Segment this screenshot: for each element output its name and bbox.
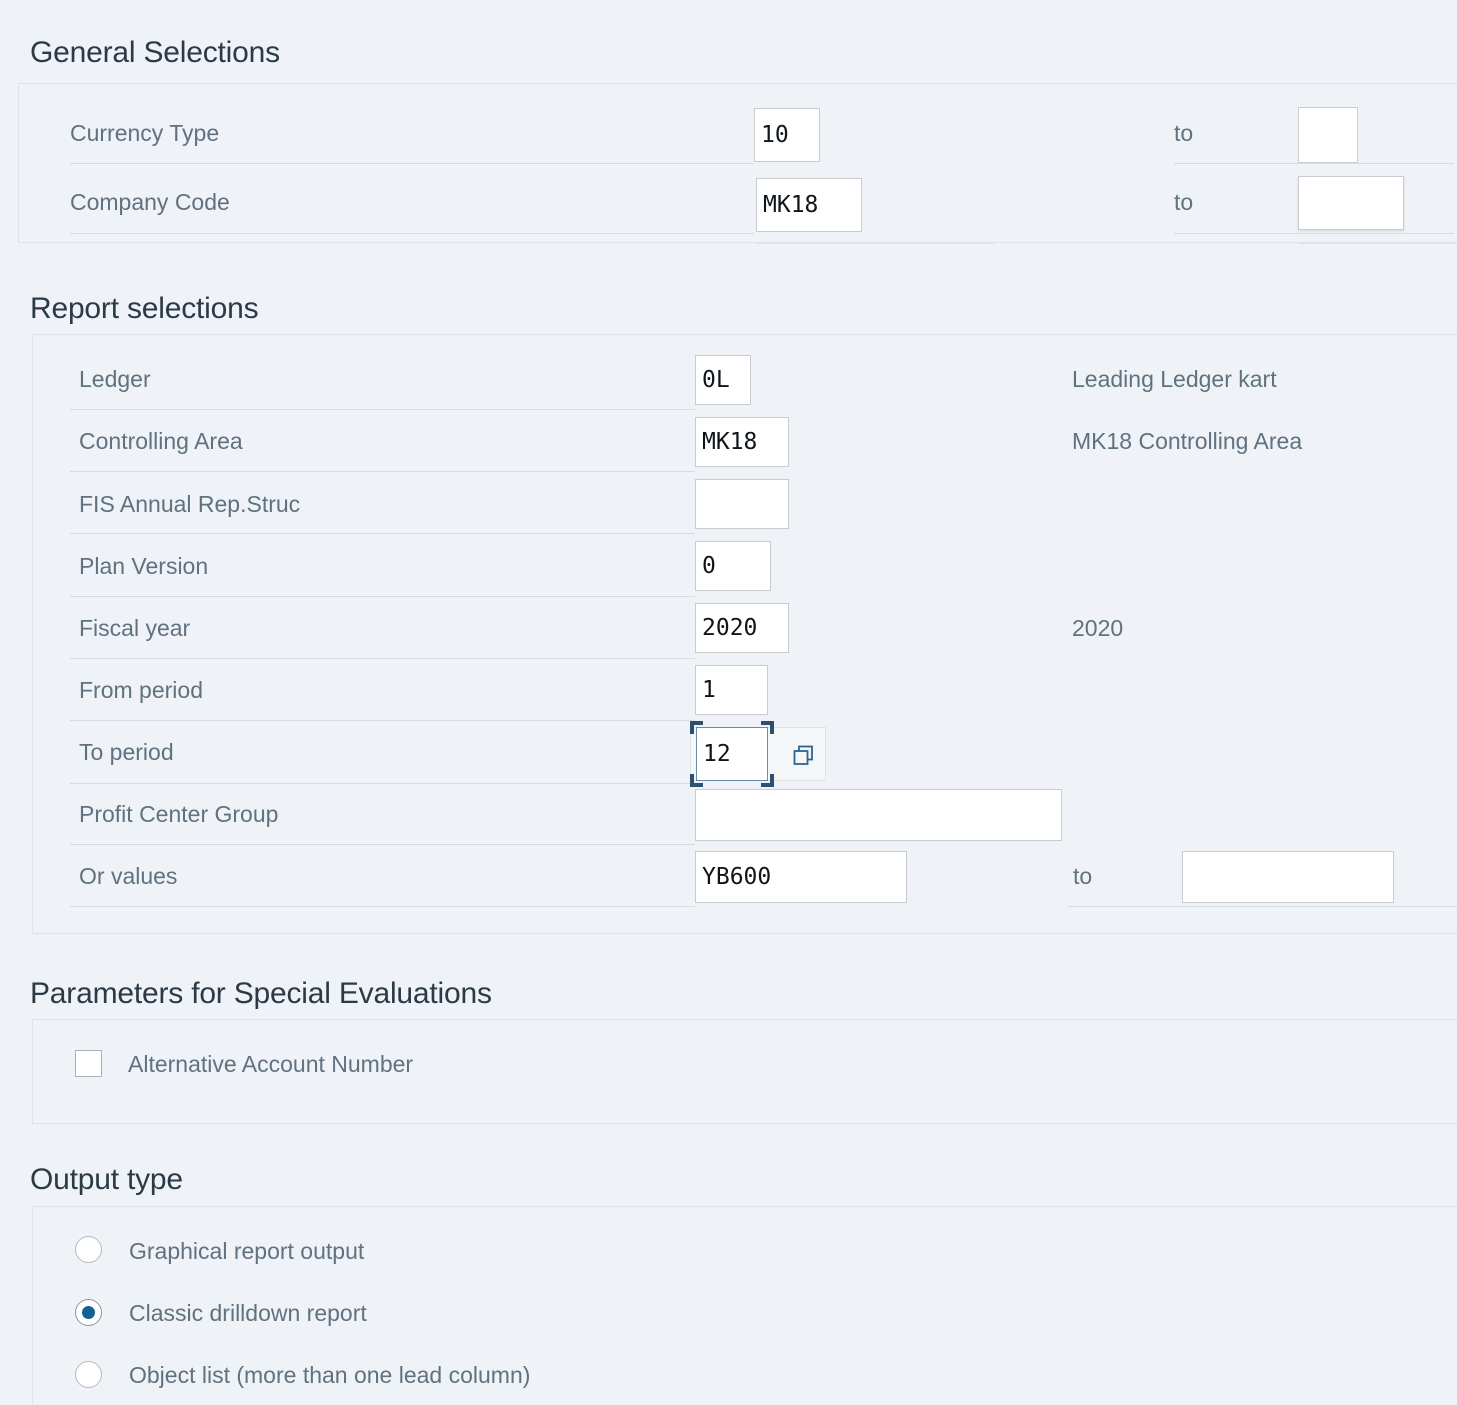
- input-or-values-from[interactable]: YB600: [695, 851, 907, 903]
- input-or-values-to[interactable]: [1182, 851, 1394, 903]
- label-ledger: Ledger: [79, 366, 151, 392]
- label-plan-version: Plan Version: [79, 553, 209, 579]
- label-controlling-area: Controlling Area: [79, 428, 243, 454]
- input-company-code-from[interactable]: MK18: [756, 178, 862, 232]
- label-company-code: Company Code: [70, 189, 230, 215]
- row-separator: [70, 596, 695, 597]
- label-fis-annual-rep-struc: FIS Annual Rep.Struc: [79, 491, 301, 517]
- radio-selected-dot: [82, 1306, 95, 1319]
- desc-ledger: Leading Ledger kart: [1072, 366, 1277, 392]
- input-ledger[interactable]: 0L: [695, 355, 751, 405]
- label-graphical-report-output: Graphical report output: [129, 1238, 365, 1264]
- label-alternative-account-number: Alternative Account Number: [128, 1051, 414, 1077]
- row-separator: [70, 720, 695, 721]
- input-currency-type-from[interactable]: 10: [754, 108, 820, 162]
- input-plan-version[interactable]: 0: [695, 541, 771, 591]
- row-separator: [70, 409, 695, 410]
- checkbox-alternative-account-number[interactable]: [75, 1050, 102, 1077]
- section-title-general-selections: General Selections: [30, 36, 280, 69]
- row-separator: [756, 243, 994, 244]
- label-currency-type: Currency Type: [70, 120, 220, 146]
- row-separator: [1174, 163, 1454, 164]
- selection-screen: General Selections Currency Type 10 to C…: [0, 0, 1457, 1405]
- radio-classic-drilldown-report[interactable]: [75, 1299, 102, 1326]
- row-separator: [70, 233, 754, 234]
- row-separator: [70, 163, 754, 164]
- input-from-period[interactable]: 1: [695, 665, 768, 715]
- row-separator: [70, 844, 695, 845]
- radio-object-list[interactable]: [75, 1361, 102, 1388]
- label-classic-drilldown-report: Classic drilldown report: [129, 1300, 367, 1326]
- row-separator: [1068, 906, 1457, 907]
- input-company-code-to[interactable]: [1298, 176, 1404, 230]
- label-profit-center-group: Profit Center Group: [79, 801, 279, 827]
- label-from-period: From period: [79, 677, 203, 703]
- label-to-company-code: to: [1174, 189, 1194, 215]
- label-to-or-values: to: [1073, 863, 1093, 889]
- label-to-currency-type: to: [1174, 120, 1194, 146]
- row-separator: [70, 906, 695, 907]
- section-title-report-selections: Report selections: [30, 292, 259, 325]
- label-or-values: Or values: [79, 863, 178, 889]
- row-separator: [70, 471, 695, 472]
- input-to-period-focus[interactable]: 12: [690, 721, 774, 787]
- input-currency-type-to[interactable]: [1298, 107, 1358, 163]
- row-separator: [1298, 243, 1457, 244]
- label-fiscal-year: Fiscal year: [79, 615, 191, 641]
- section-title-output-type: Output type: [30, 1163, 183, 1196]
- section-title-special-evaluations: Parameters for Special Evaluations: [30, 977, 492, 1010]
- radio-graphical-report-output[interactable]: [75, 1236, 102, 1263]
- input-fiscal-year[interactable]: 2020: [695, 603, 789, 653]
- label-object-list: Object list (more than one lead column): [129, 1362, 531, 1388]
- row-separator: [70, 533, 695, 534]
- input-to-period[interactable]: 12: [696, 727, 768, 781]
- label-to-period: To period: [79, 739, 174, 765]
- value-help-icon[interactable]: [786, 737, 822, 773]
- desc-controlling-area: MK18 Controlling Area: [1072, 428, 1303, 454]
- input-controlling-area[interactable]: MK18: [695, 417, 789, 467]
- vertical-scrollbar[interactable]: [9, 1330, 16, 1405]
- input-fis-annual-rep-struc[interactable]: [695, 479, 789, 529]
- desc-fiscal-year: 2020: [1072, 615, 1124, 641]
- row-separator: [70, 783, 690, 784]
- row-separator: [70, 658, 695, 659]
- row-separator: [1174, 233, 1454, 234]
- input-profit-center-group[interactable]: [695, 789, 1062, 841]
